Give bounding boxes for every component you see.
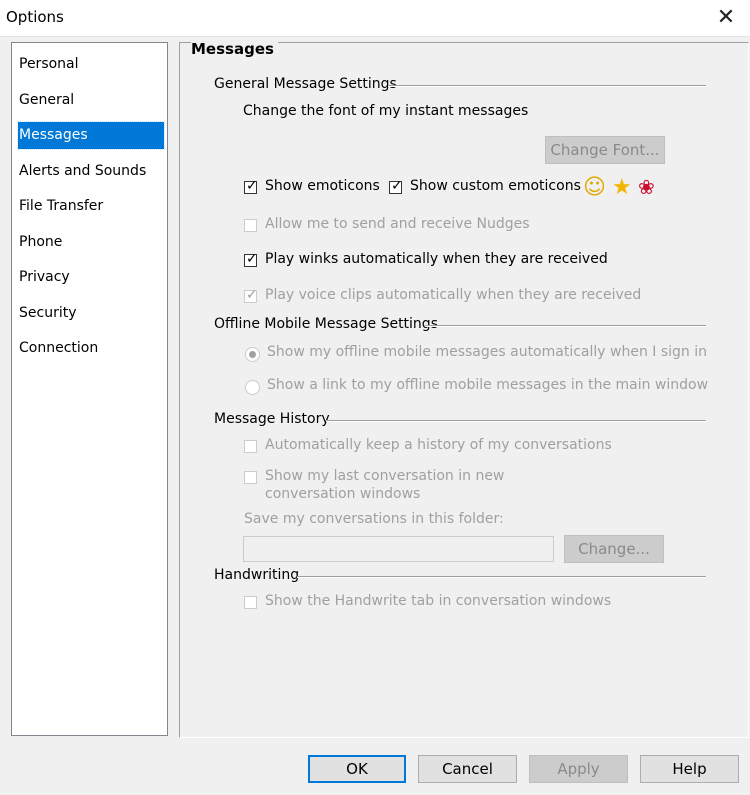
checkmark-icon: ✓ (246, 178, 258, 194)
nav-item-general[interactable]: General (18, 87, 164, 114)
smiley-icon: ☺ (583, 175, 606, 200)
group-divider (388, 85, 706, 87)
star-icon: ★ (612, 175, 632, 200)
checkmark-icon: ✓ (391, 178, 403, 194)
nudges-label[interactable]: Allow me to send and receive Nudges (265, 216, 530, 232)
show-last-conversation-label-line2[interactable]: conversation windows (265, 486, 420, 502)
offline-auto-radio[interactable] (245, 347, 260, 362)
nav-item-security[interactable]: Security (18, 300, 164, 327)
show-last-conversation-label-line1[interactable]: Show my last conversation in new (265, 468, 504, 484)
winks-checkbox[interactable]: ✓ (244, 251, 258, 267)
change-font-button[interactable]: Change Font... (545, 136, 665, 164)
rose-icon: ❀ (638, 175, 655, 199)
nav-item-file-transfer[interactable]: File Transfer (18, 193, 164, 220)
font-description: Change the font of my instant messages (243, 103, 529, 119)
panel-title: Messages (191, 40, 278, 58)
group-divider (297, 576, 706, 578)
checkmark-icon: ✓ (246, 251, 258, 267)
nav-item-privacy[interactable]: Privacy (18, 264, 164, 291)
handwrite-tab-checkbox[interactable] (244, 596, 257, 609)
nav-item-personal[interactable]: Personal (18, 51, 164, 78)
close-icon[interactable]: ✕ (708, 3, 744, 33)
winks-label[interactable]: Play winks automatically when they are r… (265, 251, 608, 267)
offline-link-radio[interactable] (245, 380, 260, 395)
show-emoticons-checkbox[interactable]: ✓ (244, 178, 258, 194)
general-settings-heading: General Message Settings (214, 76, 397, 92)
keep-history-label[interactable]: Automatically keep a history of my conve… (265, 437, 612, 453)
show-custom-emoticons-checkbox[interactable]: ✓ (389, 178, 403, 194)
handwriting-heading: Handwriting (214, 567, 300, 583)
voice-clips-checkbox[interactable]: ✓ (244, 287, 258, 303)
offline-settings-heading: Offline Mobile Message Settings (214, 316, 438, 332)
title-bar: Options ✕ (0, 0, 750, 37)
handwrite-tab-label[interactable]: Show the Handwrite tab in conversation w… (265, 593, 611, 609)
nudges-checkbox[interactable] (244, 219, 257, 232)
nav-item-alerts-and-sounds[interactable]: Alerts and Sounds (18, 158, 164, 185)
ok-button[interactable]: OK (308, 755, 406, 783)
show-last-conversation-checkbox[interactable] (244, 471, 257, 484)
keep-history-checkbox[interactable] (244, 440, 257, 453)
folder-path-field[interactable] (243, 536, 554, 562)
change-folder-button[interactable]: Change... (564, 535, 664, 563)
offline-auto-label[interactable]: Show my offline mobile messages automati… (267, 344, 707, 360)
checkmark-icon: ✓ (246, 287, 258, 303)
cancel-button[interactable]: Cancel (418, 755, 517, 783)
nav-item-phone[interactable]: Phone (18, 229, 164, 256)
nav-item-connection[interactable]: Connection (18, 335, 164, 362)
nav-item-messages[interactable]: Messages (17, 121, 165, 150)
help-button[interactable]: Help (640, 755, 739, 783)
category-list[interactable]: Personal General Messages Alerts and Sou… (11, 42, 168, 736)
show-emoticons-label[interactable]: Show emoticons (265, 178, 380, 194)
apply-button[interactable]: Apply (529, 755, 628, 783)
group-divider (425, 325, 706, 327)
voice-clips-label[interactable]: Play voice clips automatically when they… (265, 287, 641, 303)
offline-link-label[interactable]: Show a link to my offline mobile message… (267, 377, 708, 393)
folder-label: Save my conversations in this folder: (244, 511, 504, 527)
group-divider (326, 420, 706, 422)
radio-dot-icon (249, 351, 256, 358)
history-heading: Message History (214, 411, 330, 427)
window-title: Options (6, 8, 64, 26)
show-custom-emoticons-label[interactable]: Show custom emoticons (410, 178, 581, 194)
